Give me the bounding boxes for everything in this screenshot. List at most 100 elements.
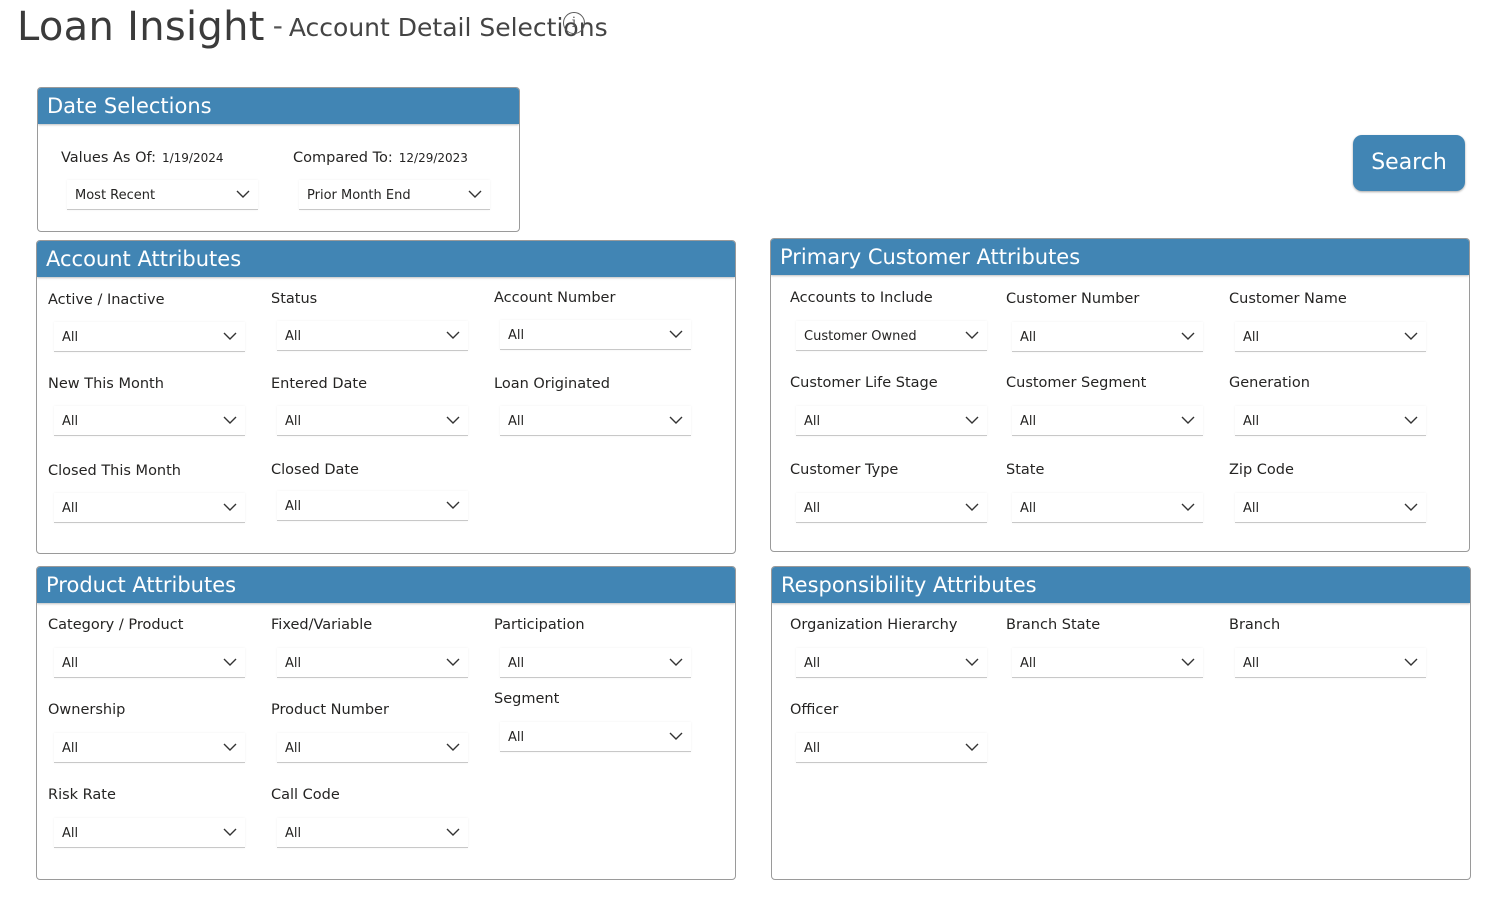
- chevron-down-icon: [1404, 502, 1418, 512]
- customer-segment-dropdown[interactable]: All: [1012, 406, 1203, 436]
- fixed-variable-label: Fixed/Variable: [271, 617, 373, 633]
- chevron-down-icon: [1404, 331, 1418, 341]
- status-dropdown[interactable]: All: [277, 321, 468, 351]
- info-circle-icon[interactable]: i: [563, 12, 585, 34]
- branch-state-dropdown[interactable]: All: [1012, 648, 1203, 678]
- product-number-dropdown[interactable]: All: [277, 733, 468, 763]
- values-as-of-dropdown[interactable]: Most Recent: [67, 180, 258, 210]
- search-button[interactable]: Search: [1353, 135, 1465, 191]
- dropdown-value: All: [1243, 656, 1260, 671]
- dropdown-value: All: [62, 330, 79, 345]
- compared-to-label: Compared To: 12/29/2023: [293, 150, 468, 166]
- customer-name-label: Customer Name: [1229, 291, 1347, 307]
- date-selections-panel: Date Selections Values As Of: 1/19/2024 C…: [37, 87, 520, 232]
- dropdown-value: All: [285, 741, 302, 756]
- officer-dropdown[interactable]: All: [796, 733, 987, 763]
- entered-date-dropdown[interactable]: All: [277, 406, 468, 436]
- closed-this-month-dropdown[interactable]: All: [54, 493, 245, 523]
- product-attributes-title: Product Attributes: [37, 567, 735, 603]
- product-number-label: Product Number: [271, 702, 389, 718]
- account-attributes-panel: Account Attributes Active / Inactive All…: [36, 240, 736, 554]
- customer-name-dropdown[interactable]: All: [1235, 322, 1426, 352]
- loan-originated-dropdown[interactable]: All: [500, 406, 691, 436]
- dropdown-value: All: [62, 414, 79, 429]
- branch-dropdown[interactable]: All: [1235, 648, 1426, 678]
- dropdown-value: Most Recent: [75, 188, 156, 203]
- app-title: Loan Insight: [17, 4, 265, 50]
- active-inactive-dropdown[interactable]: All: [54, 322, 245, 352]
- risk-rate-dropdown[interactable]: All: [54, 818, 245, 848]
- ownership-dropdown[interactable]: All: [54, 733, 245, 763]
- customer-segment-label: Customer Segment: [1006, 375, 1147, 391]
- loan-originated-label: Loan Originated: [494, 376, 610, 392]
- zip-code-label: Zip Code: [1229, 462, 1294, 478]
- state-label: State: [1006, 462, 1045, 478]
- closed-this-month-label: Closed This Month: [48, 463, 181, 479]
- segment-dropdown[interactable]: All: [500, 722, 691, 752]
- new-this-month-dropdown[interactable]: All: [54, 406, 245, 436]
- responsibility-attributes-panel: Responsibility Attributes Organization H…: [771, 566, 1471, 880]
- dropdown-value: All: [285, 499, 302, 514]
- responsibility-attributes-title: Responsibility Attributes: [772, 567, 1470, 603]
- organization-hierarchy-dropdown[interactable]: All: [796, 648, 987, 678]
- customer-type-dropdown[interactable]: All: [796, 493, 987, 523]
- dropdown-value: All: [1020, 414, 1037, 429]
- new-this-month-label: New This Month: [48, 376, 164, 392]
- category-product-label: Category / Product: [48, 617, 184, 633]
- chevron-down-icon: [223, 827, 237, 837]
- dropdown-value: All: [508, 730, 525, 745]
- product-attributes-panel: Product Attributes Category / Product Al…: [36, 566, 736, 880]
- customer-number-label: Customer Number: [1006, 291, 1140, 307]
- chevron-down-icon: [223, 331, 237, 341]
- dropdown-value: Prior Month End: [307, 188, 411, 203]
- entered-date-label: Entered Date: [271, 376, 367, 392]
- primary-customer-attributes-panel: Primary Customer Attributes Accounts to …: [770, 238, 1470, 552]
- dropdown-value: All: [285, 656, 302, 671]
- chevron-down-icon: [446, 500, 460, 510]
- dropdown-value: All: [285, 826, 302, 841]
- accounts-to-include-dropdown[interactable]: Customer Owned: [796, 321, 987, 351]
- closed-date-dropdown[interactable]: All: [277, 491, 468, 521]
- dropdown-value: All: [508, 414, 525, 429]
- customer-number-dropdown[interactable]: All: [1012, 322, 1203, 352]
- chevron-down-icon: [669, 415, 683, 425]
- chevron-down-icon: [446, 330, 460, 340]
- customer-life-stage-dropdown[interactable]: All: [796, 406, 987, 436]
- category-product-dropdown[interactable]: All: [54, 648, 245, 678]
- branch-state-label: Branch State: [1006, 617, 1101, 633]
- dropdown-value: All: [1020, 656, 1037, 671]
- chevron-down-icon: [223, 657, 237, 667]
- chevron-down-icon: [1404, 415, 1418, 425]
- chevron-down-icon: [965, 330, 979, 340]
- date-selections-title: Date Selections: [38, 88, 519, 124]
- dropdown-value: Customer Owned: [804, 329, 917, 344]
- active-inactive-label: Active / Inactive: [48, 292, 165, 308]
- dropdown-value: All: [62, 656, 79, 671]
- dropdown-value: All: [804, 501, 821, 516]
- dropdown-value: All: [62, 501, 79, 516]
- generation-dropdown[interactable]: All: [1235, 406, 1426, 436]
- chevron-down-icon: [1181, 415, 1195, 425]
- state-dropdown[interactable]: All: [1012, 493, 1203, 523]
- fixed-variable-dropdown[interactable]: All: [277, 648, 468, 678]
- chevron-down-icon: [669, 657, 683, 667]
- chevron-down-icon: [1181, 657, 1195, 667]
- chevron-down-icon: [446, 657, 460, 667]
- chevron-down-icon: [965, 502, 979, 512]
- chevron-down-icon: [1181, 331, 1195, 341]
- chevron-down-icon: [468, 189, 482, 199]
- account-attributes-title: Account Attributes: [37, 241, 735, 277]
- call-code-label: Call Code: [271, 787, 340, 803]
- compared-to-dropdown[interactable]: Prior Month End: [299, 180, 490, 210]
- status-label: Status: [271, 291, 318, 307]
- dropdown-value: All: [804, 656, 821, 671]
- call-code-dropdown[interactable]: All: [277, 818, 468, 848]
- account-number-dropdown[interactable]: All: [500, 320, 691, 350]
- compared-to-date: 12/29/2023: [398, 151, 468, 165]
- chevron-down-icon: [965, 415, 979, 425]
- zip-code-dropdown[interactable]: All: [1235, 493, 1426, 523]
- participation-dropdown[interactable]: All: [500, 648, 691, 678]
- branch-label: Branch: [1229, 617, 1281, 633]
- dropdown-value: All: [1020, 330, 1037, 345]
- chevron-down-icon: [236, 189, 250, 199]
